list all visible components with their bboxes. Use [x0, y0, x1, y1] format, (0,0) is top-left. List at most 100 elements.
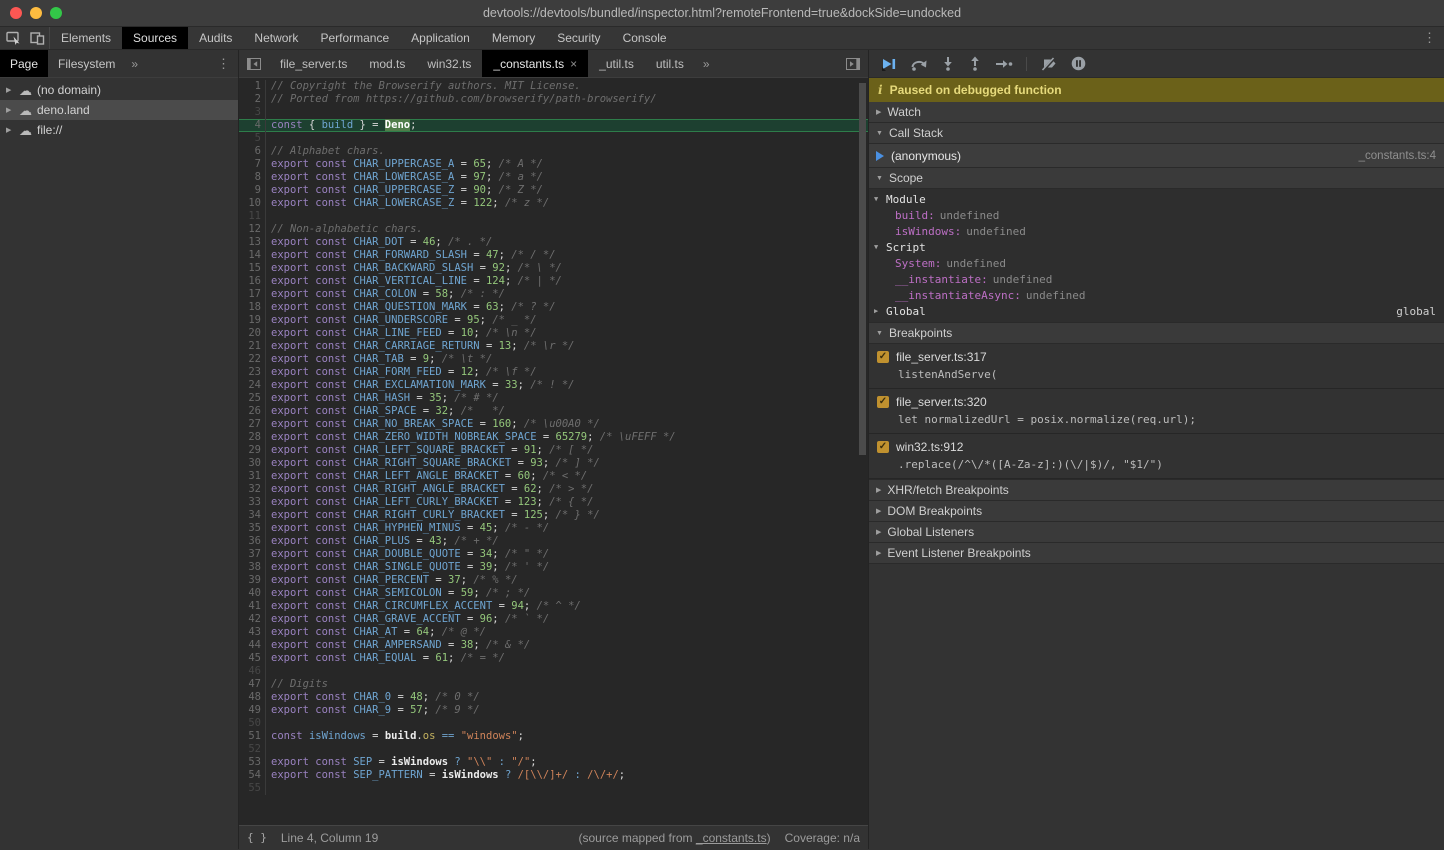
breakpoint-entry[interactable]: ✓file_server.ts:320let normalizedUrl = p… — [869, 389, 1444, 434]
breakpoint-checkbox[interactable]: ✓ — [877, 396, 889, 408]
line-number[interactable]: 16 — [239, 275, 266, 288]
line-number[interactable]: 4 — [239, 119, 266, 132]
line-number[interactable]: 24 — [239, 379, 266, 392]
line-number[interactable]: 44 — [239, 639, 266, 652]
line-number[interactable]: 31 — [239, 470, 266, 483]
line-number[interactable]: 7 — [239, 158, 266, 171]
navigator-overflow-icon[interactable]: » — [125, 50, 144, 77]
file-tab--constants-ts[interactable]: _constants.ts× — [482, 50, 588, 77]
section-header-event-listener-breakpoints[interactable]: ▶Event Listener Breakpoints — [869, 543, 1444, 564]
step-over-icon[interactable] — [910, 57, 928, 71]
line-number[interactable]: 34 — [239, 509, 266, 522]
scope-variable[interactable]: __instantiateAsync:undefined — [869, 287, 1444, 303]
line-number[interactable]: 5 — [239, 132, 266, 145]
line-number[interactable]: 29 — [239, 444, 266, 457]
line-number[interactable]: 51 — [239, 730, 266, 743]
editor-tabs-overflow-icon[interactable]: » — [695, 50, 718, 77]
line-number[interactable]: 48 — [239, 691, 266, 704]
source-map-link[interactable]: _constants.ts — [696, 831, 767, 845]
line-number[interactable]: 33 — [239, 496, 266, 509]
line-number[interactable]: 19 — [239, 314, 266, 327]
step-out-icon[interactable] — [968, 56, 982, 71]
line-number[interactable]: 27 — [239, 418, 266, 431]
line-number[interactable]: 13 — [239, 236, 266, 249]
scope-group-global[interactable]: ▶Globalglobal — [869, 303, 1444, 319]
section-header-breakpoints[interactable]: ▼Breakpoints — [869, 323, 1444, 344]
scope-variable[interactable]: build:undefined — [869, 207, 1444, 223]
minimize-window-icon[interactable] — [30, 7, 42, 19]
breakpoint-entry[interactable]: ✓win32.ts:912.replace(/^\/*([A-Za-z]:)(\… — [869, 434, 1444, 479]
line-number[interactable]: 37 — [239, 548, 266, 561]
line-number[interactable]: 32 — [239, 483, 266, 496]
line-number[interactable]: 36 — [239, 535, 266, 548]
expand-arrow-icon[interactable]: ▶ — [6, 86, 14, 94]
line-number[interactable]: 35 — [239, 522, 266, 535]
tab-console[interactable]: Console — [612, 27, 678, 49]
line-number[interactable]: 28 — [239, 431, 266, 444]
breakpoint-checkbox[interactable]: ✓ — [877, 441, 889, 453]
editor-scrollbar-thumb[interactable] — [859, 83, 866, 455]
line-number[interactable]: 53 — [239, 756, 266, 769]
scope-group-module[interactable]: ▼Module — [869, 191, 1444, 207]
show-debugger-sidebar-icon[interactable] — [838, 50, 868, 77]
scope-variable[interactable]: System:undefined — [869, 255, 1444, 271]
deactivate-breakpoints-icon[interactable] — [1040, 57, 1058, 71]
tree-item-deno-land[interactable]: ▶☁deno.land — [0, 100, 238, 120]
devtools-menu-icon[interactable]: ⋮ — [1415, 27, 1444, 49]
tab-network[interactable]: Network — [243, 27, 309, 49]
expand-arrow-icon[interactable]: ▶ — [6, 126, 14, 134]
hide-navigator-icon[interactable] — [239, 50, 269, 77]
tree-item-file-[interactable]: ▶☁file:// — [0, 120, 238, 140]
tab-application[interactable]: Application — [400, 27, 481, 49]
line-number[interactable]: 43 — [239, 626, 266, 639]
line-number[interactable]: 46 — [239, 665, 266, 678]
tree-item--no-domain-[interactable]: ▶☁(no domain) — [0, 80, 238, 100]
line-number[interactable]: 52 — [239, 743, 266, 756]
line-number[interactable]: 38 — [239, 561, 266, 574]
line-number[interactable]: 18 — [239, 301, 266, 314]
line-number[interactable]: 26 — [239, 405, 266, 418]
pause-on-exceptions-icon[interactable] — [1071, 56, 1086, 71]
line-number[interactable]: 10 — [239, 197, 266, 210]
line-number[interactable]: 11 — [239, 210, 266, 223]
zoom-window-icon[interactable] — [50, 7, 62, 19]
line-number[interactable]: 47 — [239, 678, 266, 691]
close-window-icon[interactable] — [10, 7, 22, 19]
navigator-tab-filesystem[interactable]: Filesystem — [48, 50, 125, 77]
line-number[interactable]: 22 — [239, 353, 266, 366]
inspect-icon[interactable] — [6, 31, 22, 45]
scope-group-script[interactable]: ▼Script — [869, 239, 1444, 255]
line-number[interactable]: 3 — [239, 106, 266, 119]
line-number[interactable]: 49 — [239, 704, 266, 717]
file-tab-file-server-ts[interactable]: file_server.ts — [269, 50, 358, 77]
line-number[interactable]: 45 — [239, 652, 266, 665]
line-number[interactable]: 50 — [239, 717, 266, 730]
line-number[interactable]: 39 — [239, 574, 266, 587]
line-number[interactable]: 41 — [239, 600, 266, 613]
line-number[interactable]: 42 — [239, 613, 266, 626]
tab-elements[interactable]: Elements — [50, 27, 122, 49]
tab-security[interactable]: Security — [546, 27, 611, 49]
line-number[interactable]: 8 — [239, 171, 266, 184]
pretty-print-icon[interactable]: { } — [247, 831, 267, 844]
device-toolbar-icon[interactable] — [30, 31, 45, 45]
breakpoint-entry[interactable]: ✓file_server.ts:317listenAndServe( — [869, 344, 1444, 389]
navigator-tab-page[interactable]: Page — [0, 50, 48, 77]
scope-variable[interactable]: isWindows:undefined — [869, 223, 1444, 239]
close-tab-icon[interactable]: × — [570, 57, 577, 71]
line-number[interactable]: 9 — [239, 184, 266, 197]
line-number[interactable]: 25 — [239, 392, 266, 405]
line-number[interactable]: 6 — [239, 145, 266, 158]
tab-sources[interactable]: Sources — [122, 27, 188, 49]
line-number[interactable]: 23 — [239, 366, 266, 379]
line-number[interactable]: 20 — [239, 327, 266, 340]
file-tab-mod-ts[interactable]: mod.ts — [358, 50, 416, 77]
section-header-call-stack[interactable]: ▼Call Stack — [869, 123, 1444, 144]
line-number[interactable]: 1 — [239, 80, 266, 93]
line-number[interactable]: 30 — [239, 457, 266, 470]
step-into-icon[interactable] — [941, 56, 955, 71]
section-header-watch[interactable]: ▶Watch — [869, 102, 1444, 123]
breakpoint-checkbox[interactable]: ✓ — [877, 351, 889, 363]
resume-icon[interactable] — [881, 57, 897, 71]
file-tab--util-ts[interactable]: _util.ts — [588, 50, 645, 77]
